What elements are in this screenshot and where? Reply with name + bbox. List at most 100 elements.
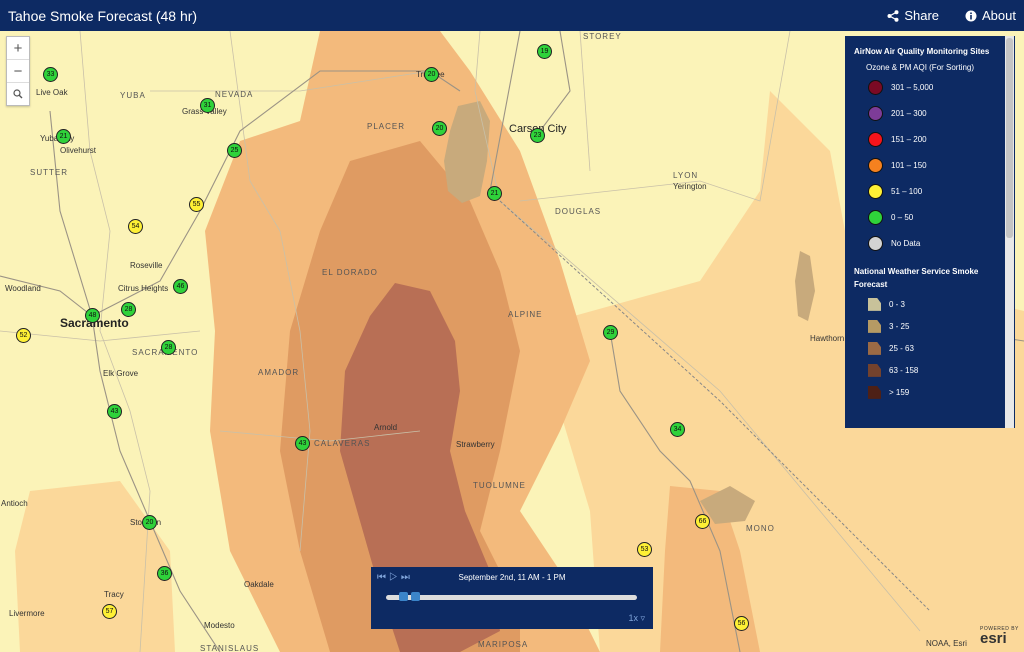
- aqi-marker[interactable]: 20: [142, 515, 157, 530]
- legend-smoke-swatch: [868, 341, 881, 355]
- label-douglas: DOUGLAS: [555, 207, 602, 216]
- label-arnold: Arnold: [374, 423, 398, 432]
- aqi-marker[interactable]: 28: [121, 302, 136, 317]
- label-el-dorado: EL DORADO: [322, 268, 378, 277]
- legend-nws-title: National Weather Service Smoke Forecast: [854, 266, 979, 289]
- aqi-marker[interactable]: 21: [487, 186, 502, 201]
- info-icon: [965, 10, 977, 21]
- time-slider-start-handle[interactable]: [398, 592, 408, 601]
- chevron-down-icon: ▿: [640, 613, 645, 623]
- legend-smoke-swatch: [868, 319, 881, 333]
- label-livermore: Livermore: [9, 609, 45, 618]
- aqi-marker[interactable]: 43: [107, 404, 122, 419]
- zoom-controls: + −: [6, 36, 30, 106]
- map-legend[interactable]: AirNow Air Quality Monitoring Sites Ozon…: [845, 36, 1015, 428]
- aqi-marker[interactable]: 53: [637, 542, 652, 557]
- legend-smoke-swatch: [868, 385, 881, 399]
- map-attribution: NOAA, Esri: [926, 639, 967, 648]
- time-slider-panel: ⏮▷⏭ September 2nd, 11 AM - 1 PM 1x ▿: [371, 567, 653, 629]
- aqi-marker[interactable]: 19: [537, 44, 552, 59]
- legend-aqi-swatch: [868, 158, 883, 174]
- legend-smoke-item: > 159: [868, 385, 1006, 399]
- aqi-marker[interactable]: 36: [157, 566, 172, 581]
- aqi-marker[interactable]: 28: [161, 340, 176, 355]
- legend-smoke-label: 3 - 25: [889, 321, 910, 331]
- aqi-marker[interactable]: 20: [424, 67, 439, 82]
- aqi-marker[interactable]: 34: [670, 422, 685, 437]
- legend-aqi-list: 301 – 5,000 201 – 300 151 – 200 101 – 150 51…: [854, 80, 1006, 252]
- share-button[interactable]: Share: [887, 8, 939, 23]
- about-label: About: [982, 8, 1016, 23]
- aqi-marker[interactable]: 57: [102, 604, 117, 619]
- legend-aqi-item: 0 – 50: [868, 210, 1006, 226]
- legend-scrollbar[interactable]: [1005, 36, 1014, 428]
- legend-aqi-label: 0 – 50: [891, 213, 914, 223]
- label-mariposa: MARIPOSA: [478, 640, 529, 649]
- aqi-marker[interactable]: 21: [56, 129, 71, 144]
- aqi-marker[interactable]: 29: [603, 325, 618, 340]
- esri-logo: POWERED BY esri: [980, 626, 1019, 646]
- label-woodland: Woodland: [5, 284, 41, 293]
- aqi-marker[interactable]: 56: [734, 616, 749, 631]
- legend-airnow-subtitle: Ozone & PM AQI (For Sorting): [866, 62, 975, 72]
- time-slider-track[interactable]: [386, 595, 637, 600]
- esri-wordmark: esri: [980, 630, 1007, 647]
- playback-speed[interactable]: 1x ▿: [628, 613, 645, 624]
- aqi-marker[interactable]: 54: [128, 219, 143, 234]
- aqi-marker[interactable]: 20: [432, 121, 447, 136]
- legend-aqi-label: No Data: [891, 239, 921, 249]
- zoom-in-button[interactable]: +: [7, 37, 29, 60]
- aqi-marker[interactable]: 23: [530, 128, 545, 143]
- label-tracy: Tracy: [104, 590, 124, 599]
- label-nevada: NEVADA: [215, 90, 254, 99]
- label-alpine: ALPINE: [508, 310, 543, 319]
- legend-smoke-label: 25 - 63: [889, 343, 914, 353]
- legend-smoke-label: > 159: [889, 387, 910, 397]
- label-placer: PLACER: [367, 122, 406, 131]
- label-amador: AMADOR: [258, 368, 300, 377]
- legend-aqi-swatch: [868, 184, 883, 200]
- legend-aqi-label: 101 – 150: [891, 161, 927, 171]
- aqi-marker[interactable]: 33: [43, 67, 58, 82]
- app-header: Tahoe Smoke Forecast (48 hr) Share About: [0, 0, 1024, 31]
- legend-aqi-swatch: [868, 236, 883, 252]
- legend-smoke-item: 63 - 158: [868, 363, 1006, 377]
- aqi-marker[interactable]: 31: [200, 98, 215, 113]
- legend-aqi-item: 51 – 100: [868, 184, 1006, 200]
- smoke-zone-light-west: [15, 481, 175, 652]
- legend-airnow-title: AirNow Air Quality Monitoring Sites: [854, 47, 990, 56]
- zoom-out-button[interactable]: −: [7, 60, 29, 83]
- search-icon: [13, 89, 23, 99]
- aqi-marker[interactable]: 48: [85, 308, 100, 323]
- legend-smoke-label: 0 - 3: [889, 299, 906, 309]
- legend-smoke-item: 0 - 3: [868, 297, 1006, 311]
- legend-smoke-item: 3 - 25: [868, 319, 1006, 333]
- legend-scrollbar-thumb[interactable]: [1006, 38, 1013, 238]
- about-button[interactable]: About: [965, 8, 1016, 23]
- label-citrus-heights: Citrus Heights: [118, 284, 169, 293]
- app-title: Tahoe Smoke Forecast (48 hr): [8, 7, 198, 24]
- aqi-marker[interactable]: 52: [16, 328, 31, 343]
- label-calaveras: CALAVERAS: [314, 439, 371, 448]
- legend-aqi-swatch: [868, 80, 883, 96]
- label-lyon: LYON: [673, 171, 699, 180]
- playback-speed-value: 1x: [628, 613, 638, 623]
- aqi-marker[interactable]: 43: [295, 436, 310, 451]
- time-slider-end-handle[interactable]: [411, 592, 421, 601]
- time-slider-label: September 2nd, 11 AM - 1 PM: [458, 573, 566, 582]
- aqi-marker[interactable]: 66: [695, 514, 710, 529]
- legend-aqi-label: 151 – 200: [891, 135, 927, 145]
- aqi-marker[interactable]: 46: [173, 279, 188, 294]
- label-oakdale: Oakdale: [244, 580, 274, 589]
- aqi-marker[interactable]: 25: [227, 143, 242, 158]
- legend-aqi-item: No Data: [868, 236, 1006, 252]
- legend-aqi-item: 151 – 200: [868, 132, 1006, 148]
- legend-aqi-label: 51 – 100: [891, 187, 923, 197]
- label-tuolumne: TUOLUMNE: [473, 481, 526, 490]
- aqi-marker[interactable]: 55: [189, 197, 204, 212]
- legend-smoke-list: 0 - 3 3 - 25 25 - 63 63 - 158 > 159: [854, 297, 1006, 399]
- label-live-oak: Live Oak: [36, 88, 68, 97]
- search-button[interactable]: [7, 83, 29, 105]
- label-olivehurst: Olivehurst: [60, 146, 97, 155]
- label-strawberry: Strawberry: [456, 440, 495, 449]
